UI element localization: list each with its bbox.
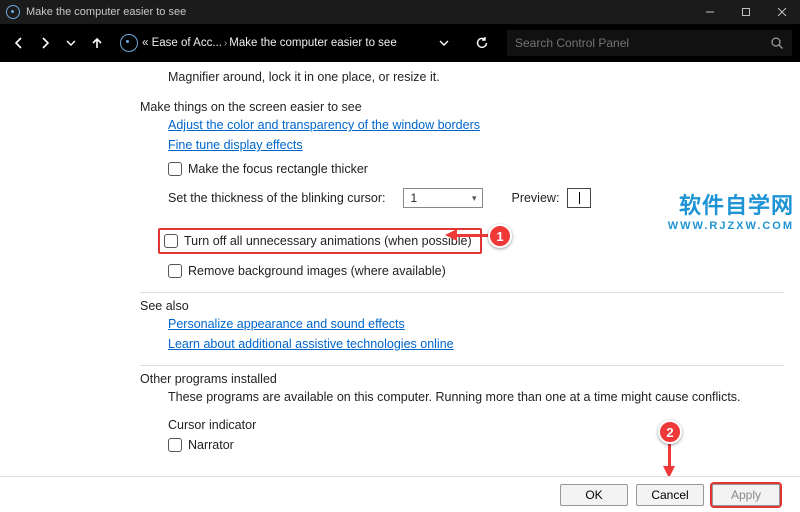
dropdown-cursor-thickness[interactable]: 1 ▾ (403, 188, 483, 208)
cancel-button[interactable]: Cancel (636, 484, 704, 506)
titlebar: Make the computer easier to see (0, 0, 800, 24)
apply-button[interactable]: Apply (712, 484, 780, 506)
crumb-1[interactable]: « Ease of Acc... (142, 37, 222, 49)
recent-button[interactable] (60, 32, 82, 54)
up-button[interactable] (86, 32, 108, 54)
divider-2 (140, 365, 784, 366)
search-icon (770, 36, 784, 50)
chevron-right-icon: › (224, 38, 227, 49)
watermark: 软件自学网 WWW.RJZXW.COM (668, 188, 794, 232)
label-focus-thicker: Make the focus rectangle thicker (188, 162, 368, 176)
minimize-button[interactable] (692, 0, 728, 24)
app-icon (6, 5, 20, 19)
link-fine-tune[interactable]: Fine tune display effects (168, 138, 303, 152)
crumb-2[interactable]: Make the computer easier to see (229, 37, 396, 49)
back-button[interactable] (8, 32, 30, 54)
caret-preview (579, 192, 581, 204)
breadcrumb-dropdown[interactable] (433, 32, 455, 54)
section-heading-other: Other programs installed (140, 372, 784, 386)
label-cursor-thickness: Set the thickness of the blinking cursor… (168, 191, 385, 205)
section-heading-screen: Make things on the screen easier to see (140, 100, 784, 114)
window-title: Make the computer easier to see (26, 6, 186, 18)
annotation-badge-2: 2 (658, 420, 682, 444)
content-area: Magnifier around, lock it in one place, … (0, 62, 800, 476)
ok-button[interactable]: OK (560, 484, 628, 506)
preview-box (567, 188, 591, 208)
forward-button[interactable] (34, 32, 56, 54)
link-assistive[interactable]: Learn about additional assistive technol… (168, 337, 454, 351)
button-bar: OK Cancel Apply (0, 476, 800, 512)
control-panel-icon (120, 34, 138, 52)
section-heading-seealso: See also (140, 299, 784, 313)
checkbox-narrator[interactable] (168, 438, 182, 452)
refresh-button[interactable] (471, 32, 493, 54)
watermark-line1: 软件自学网 (668, 188, 794, 220)
checkbox-remove-bg[interactable] (168, 264, 182, 278)
breadcrumb[interactable]: « Ease of Acc... › Make the computer eas… (116, 30, 461, 56)
divider (140, 292, 784, 293)
checkbox-focus-thicker[interactable] (168, 162, 182, 176)
magnifier-desc-tail: Magnifier around, lock it in one place, … (168, 70, 784, 84)
watermark-line2: WWW.RJZXW.COM (668, 220, 794, 232)
dropdown-value: 1 (410, 191, 417, 205)
label-cursor-indicator: Cursor indicator (168, 418, 784, 432)
annotation-badge-1: 1 (488, 224, 512, 248)
label-preview: Preview: (511, 191, 559, 205)
label-narrator: Narrator (188, 438, 234, 452)
link-personalize[interactable]: Personalize appearance and sound effects (168, 317, 405, 331)
link-adjust-color[interactable]: Adjust the color and transparency of the… (168, 118, 480, 132)
chevron-down-icon: ▾ (472, 193, 477, 204)
checkbox-turn-off-animations[interactable] (164, 234, 178, 248)
other-desc: These programs are available on this com… (168, 390, 784, 404)
search-input[interactable] (515, 36, 770, 50)
highlight-box-1: Turn off all unnecessary animations (whe… (158, 228, 482, 254)
navbar: « Ease of Acc... › Make the computer eas… (0, 24, 800, 62)
label-turn-off-animations: Turn off all unnecessary animations (whe… (184, 234, 472, 248)
search-box[interactable] (507, 30, 792, 56)
maximize-button[interactable] (728, 0, 764, 24)
label-remove-bg: Remove background images (where availabl… (188, 264, 446, 278)
close-button[interactable] (764, 0, 800, 24)
